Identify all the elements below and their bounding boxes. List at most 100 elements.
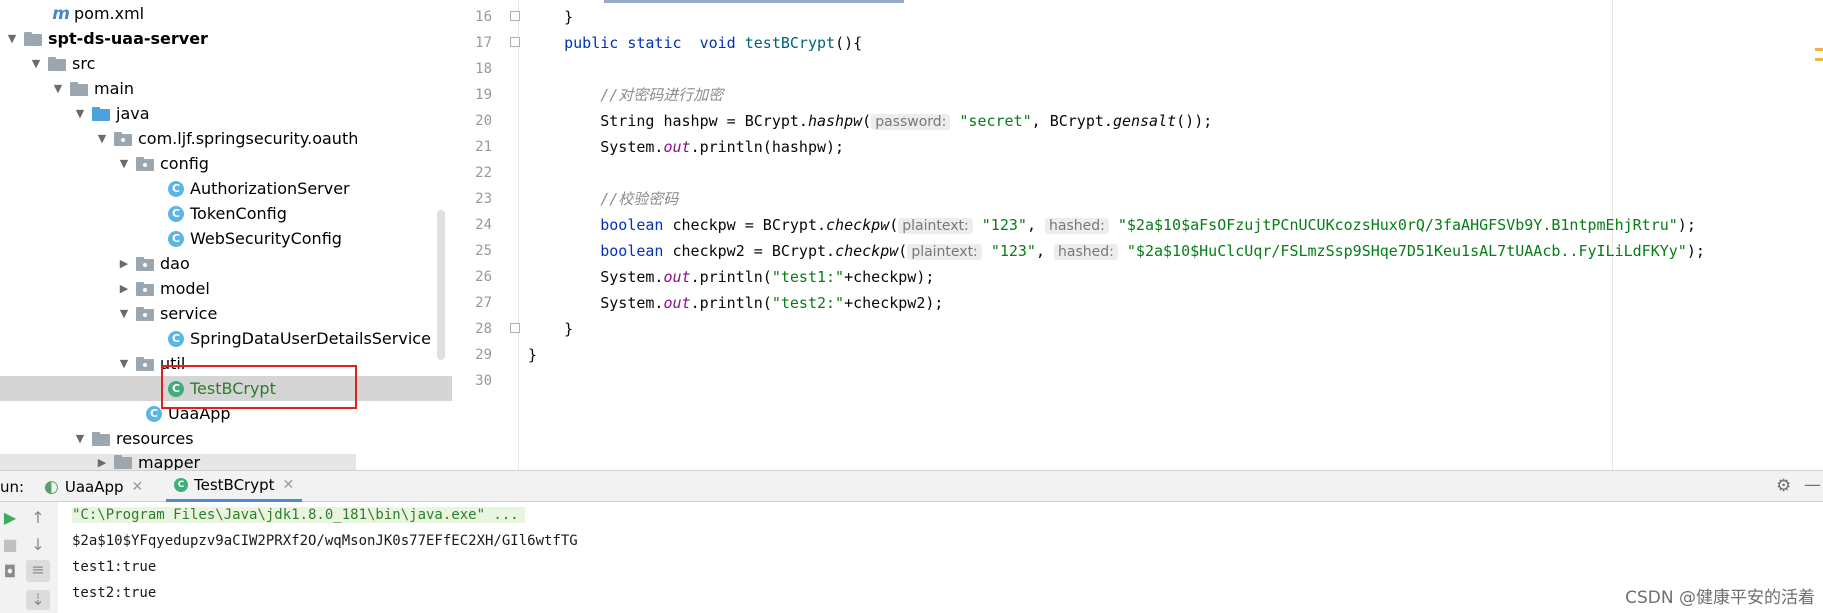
camera-icon[interactable]: ◘ xyxy=(0,562,20,581)
package-icon xyxy=(136,281,154,296)
parameter-hint: plaintext: xyxy=(898,218,973,234)
class-icon: C xyxy=(168,230,184,247)
chevron-down-icon[interactable]: ▼ xyxy=(30,57,42,70)
tree-item-service[interactable]: ▼ service xyxy=(0,301,452,326)
folder-icon xyxy=(48,56,66,71)
tree-item-main[interactable]: ▼ main xyxy=(0,76,452,101)
line-number: 20 xyxy=(475,113,492,129)
code-line-27[interactable]: System.out.println("test2:"+checkpw2); xyxy=(528,290,943,316)
chevron-down-icon[interactable]: ▼ xyxy=(6,32,18,45)
code-comment: //校验密码 xyxy=(600,190,679,208)
minimize-icon[interactable]: — xyxy=(1804,475,1821,495)
tab-testbcrypt[interactable]: C TestBCrypt ✕ xyxy=(166,471,303,502)
chevron-right-icon[interactable]: ▶ xyxy=(118,257,130,270)
parameter-hint: hashed: xyxy=(1054,244,1118,260)
chevron-down-icon[interactable]: ▼ xyxy=(96,132,108,145)
line-number: 25 xyxy=(475,243,492,259)
method-name: testBCrypt xyxy=(744,34,836,52)
tree-item-config[interactable]: ▼ config xyxy=(0,151,452,176)
chevron-down-icon[interactable]: ▼ xyxy=(74,107,86,120)
code-keyword: void xyxy=(699,34,736,52)
line-number: 17 xyxy=(475,35,492,51)
tab-uaaapp[interactable]: ◐ UaaApp ✕ xyxy=(44,471,143,502)
code-line-16[interactable]: } xyxy=(528,4,573,30)
chevron-right-icon[interactable]: ▶ xyxy=(96,456,108,469)
rerun-icon[interactable]: ▶ xyxy=(0,508,20,527)
class-icon: C xyxy=(168,330,184,347)
fold-end-icon[interactable] xyxy=(510,11,520,21)
arrow-down-icon[interactable]: ↓ xyxy=(28,535,48,554)
code-line-19[interactable]: //对密码进行加密 xyxy=(528,82,723,108)
module-folder-icon xyxy=(24,31,42,46)
folder-icon xyxy=(70,81,88,96)
class-icon: C xyxy=(168,180,184,197)
chevron-down-icon[interactable]: ▼ xyxy=(118,157,130,170)
line-number: 26 xyxy=(475,269,492,285)
parameter-hint: plaintext: xyxy=(907,244,982,260)
code-line-20[interactable]: String hashpw = BCrypt.hashpw(password: … xyxy=(528,108,1212,134)
line-number: 28 xyxy=(475,321,492,337)
code-line-25[interactable]: boolean checkpw2 = BCrypt.checkpw(plaint… xyxy=(528,238,1705,264)
close-icon[interactable]: ✕ xyxy=(132,479,144,495)
package-icon xyxy=(136,356,154,371)
run-config-icon: ◐ xyxy=(44,476,59,497)
tree-item-module[interactable]: ▼ spt-ds-uaa-server xyxy=(0,26,452,51)
stop-icon[interactable]: ■ xyxy=(0,535,20,554)
tree-item-mapper[interactable]: ▶ mapper xyxy=(0,454,356,470)
code-line-17[interactable]: public static void testBCrypt(){ xyxy=(528,30,862,56)
line-number: 24 xyxy=(475,217,492,233)
code-keyword: static xyxy=(627,34,682,52)
tree-item-dao[interactable]: ▶ dao xyxy=(0,251,452,276)
code-line-24[interactable]: boolean checkpw = BCrypt.checkpw(plainte… xyxy=(528,212,1696,238)
fold-start-icon[interactable] xyxy=(510,37,520,47)
close-icon[interactable]: ✕ xyxy=(283,477,295,493)
line-number: 27 xyxy=(475,295,492,311)
tree-item-pom[interactable]: m pom.xml xyxy=(0,1,452,26)
tree-scrollbar[interactable] xyxy=(437,210,445,360)
package-icon xyxy=(114,131,132,146)
tree-item-authorizationserver[interactable]: C AuthorizationServer xyxy=(0,176,452,201)
arrow-up-icon[interactable]: ↑ xyxy=(28,508,48,527)
watermark: CSDN @健康平安的活着 xyxy=(1625,588,1815,608)
warning-marker[interactable] xyxy=(1815,58,1823,61)
chevron-right-icon[interactable]: ▶ xyxy=(118,282,130,295)
tree-item-model[interactable]: ▶ model xyxy=(0,276,452,301)
console-line: $2a$10$YFqyedupzv9aCIW2PRXf2O/wqMsonJK0s… xyxy=(72,533,578,549)
resources-folder-icon xyxy=(92,431,110,446)
package-icon xyxy=(136,306,154,321)
warning-marker[interactable] xyxy=(1815,48,1823,51)
chevron-down-icon[interactable]: ▼ xyxy=(118,307,130,320)
highlight-annotation-box xyxy=(161,365,357,409)
line-number: 19 xyxy=(475,87,492,103)
chevron-down-icon[interactable]: ▼ xyxy=(118,357,130,370)
gear-icon[interactable]: ⚙ xyxy=(1776,476,1791,496)
editor-tab-indicator xyxy=(604,0,904,3)
chevron-down-icon[interactable]: ▼ xyxy=(52,82,64,95)
fold-end-icon[interactable] xyxy=(510,323,520,333)
run-label: un: xyxy=(0,477,25,496)
tree-item-root-package[interactable]: ▼ com.ljf.springsecurity.oauth xyxy=(0,126,452,151)
tree-item-websecurityconfig[interactable]: C WebSecurityConfig xyxy=(0,226,452,251)
tree-item-tokenconfig[interactable]: C TokenConfig xyxy=(0,201,452,226)
project-tree: m pom.xml ▼ spt-ds-uaa-server ▼ src ▼ ma… xyxy=(0,0,453,470)
code-line-28[interactable]: } xyxy=(528,316,573,342)
code-line-21[interactable]: System.out.println(hashpw); xyxy=(528,134,844,160)
soft-wrap-icon[interactable]: ≡ xyxy=(26,560,50,582)
source-folder-icon xyxy=(92,106,110,121)
tree-item-java[interactable]: ▼ java xyxy=(0,101,452,126)
line-number: 23 xyxy=(475,191,492,207)
code-line-29[interactable]: } xyxy=(528,342,537,368)
chevron-down-icon[interactable]: ▼ xyxy=(74,432,86,445)
run-tool-window-header: un: ◐ UaaApp ✕ C TestBCrypt ✕ ⚙ — xyxy=(0,470,1823,502)
code-line-26[interactable]: System.out.println("test1:"+checkpw); xyxy=(528,264,934,290)
tree-item-springdatauserdetailsservice[interactable]: C SpringDataUserDetailsService xyxy=(0,326,452,351)
line-number: 18 xyxy=(475,61,492,77)
tree-item-src[interactable]: ▼ src xyxy=(0,51,452,76)
scroll-to-end-icon[interactable]: ⇣ xyxy=(26,590,50,610)
line-number: 16 xyxy=(475,9,492,25)
code-line-23[interactable]: //校验密码 xyxy=(528,186,678,212)
maven-icon: m xyxy=(52,3,70,24)
code-keyword: public xyxy=(564,34,619,52)
line-number: 21 xyxy=(475,139,492,155)
tree-item-resources[interactable]: ▼ resources xyxy=(0,426,452,451)
